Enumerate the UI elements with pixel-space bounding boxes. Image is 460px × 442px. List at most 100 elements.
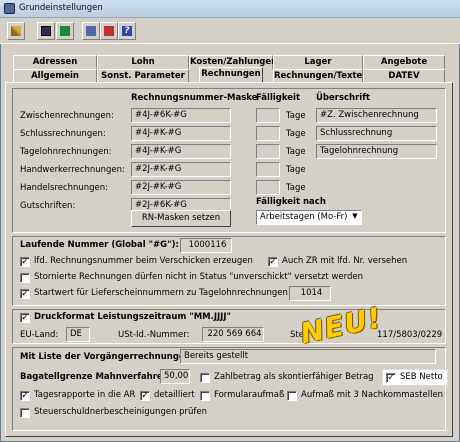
running-number-value: 1000116: [188, 240, 227, 250]
row-mask-field[interactable]: #4J-#K-#G: [131, 144, 231, 159]
print-icon[interactable]: [82, 22, 100, 40]
lfd-checkbox[interactable]: ✓: [20, 257, 30, 267]
predecessor-value: Bereits gestellt: [184, 351, 249, 361]
druckformat-label: Druckformat Leistungszeitraum "MM.JJJJ": [34, 312, 231, 322]
predecessor-field[interactable]: Bereits gestellt: [180, 349, 436, 364]
tagesrapporte-checkbox[interactable]: ✓: [20, 391, 30, 401]
row-label: Gutschriften:: [20, 201, 76, 211]
due-after-select[interactable]: Arbeitstagen (Mo-Fr): [256, 210, 362, 225]
tagesrapporte-label: Tagesrapporte in die AR: [34, 390, 136, 400]
key-icon[interactable]: [7, 22, 25, 40]
row-title-value: Schlussrechnung: [320, 128, 393, 138]
row-mask-value: #2J-#K-#G: [135, 164, 182, 174]
druckformat-checkbox[interactable]: ✓: [20, 313, 30, 323]
zr-checkbox[interactable]: ✓: [268, 257, 278, 267]
vat-id-field[interactable]: 220 569 664: [202, 327, 264, 342]
formular-checkbox[interactable]: [200, 391, 210, 401]
reset-masks-button[interactable]: RN-Masken setzen: [131, 210, 231, 227]
app-icon: [4, 3, 15, 14]
tab-lager[interactable]: Lager: [273, 55, 363, 69]
row-days-field[interactable]: [256, 126, 280, 141]
aufmass-checkbox[interactable]: [287, 391, 297, 401]
aufmass-label: Aufmaß mit 3 Nachkommastellen: [301, 390, 444, 400]
row-label: Zwischenrechnungen:: [20, 111, 114, 121]
lfd-label: lfd. Rechnungsnummer beim Verschicken er…: [34, 256, 253, 266]
row-mask-field[interactable]: #4J-#K-#G: [131, 126, 231, 141]
skonto-label: Zahlbetrag als skontierfähiger Betrag: [214, 372, 374, 382]
detailliert-label: detailliert: [154, 390, 195, 400]
tab-lohn[interactable]: Lohn: [97, 55, 189, 69]
row-mask-field[interactable]: #2J-#K-#G: [131, 162, 231, 177]
row-title-value: Tagelohnrechnung: [320, 146, 399, 156]
row-mask-field[interactable]: #4J-#6K-#G: [131, 108, 231, 123]
save-icon[interactable]: [37, 22, 55, 40]
row-days-unit: Tage: [286, 111, 306, 121]
row-title-field[interactable]: Tagelohnrechnung: [316, 144, 437, 159]
eu-country-value: DE: [70, 329, 82, 339]
steuer-label: Steuerschuldnerbescheinigungen prüfen: [34, 407, 208, 417]
vat-id-value: 220 569 664: [207, 329, 262, 339]
start-checkbox[interactable]: ✓: [20, 289, 30, 299]
tab-datev[interactable]: DATEV: [363, 69, 445, 83]
skonto-checkbox[interactable]: [200, 373, 210, 383]
row-title-field[interactable]: #Z. Zwischenrechnung: [316, 108, 437, 123]
chevron-down-icon[interactable]: ▼: [350, 212, 360, 223]
tab-adressen[interactable]: Adressen: [13, 55, 97, 69]
bagatell-label: Bagatellgrenze Mahnverfahren:: [20, 372, 173, 382]
start-label: Startwert für Lieferscheinnummern zu Tag…: [34, 288, 291, 298]
start-value: 1014: [300, 288, 323, 298]
preview-icon[interactable]: [100, 22, 118, 40]
due-after-value: Arbeitstagen (Mo-Fr): [260, 212, 348, 222]
vat-id-label: USt-Id.-Nummer:: [118, 330, 190, 340]
window-title: Grundeinstellungen: [19, 3, 103, 13]
row-mask-value: #2J-#K-#G: [135, 182, 182, 192]
storno-checkbox[interactable]: [20, 273, 30, 283]
formular-label: Formularaufmaß: [214, 390, 285, 400]
row-days-field[interactable]: [256, 180, 280, 195]
row-mask-value: #4J-#K-#G: [135, 128, 182, 138]
row-title-field[interactable]: Schlussrechnung: [316, 126, 437, 141]
title-header: Überschrift: [316, 93, 370, 103]
help-icon[interactable]: ?: [118, 22, 136, 40]
row-days-unit: Tage: [286, 165, 306, 175]
row-label: Tagelohnrechnungen:: [20, 147, 112, 157]
row-label: Handwerkerrechnungen:: [20, 165, 125, 175]
tab-sonst-parameter[interactable]: Sonst. Parameter: [97, 69, 189, 83]
row-label: Handelsrechnungen:: [20, 183, 109, 193]
tax-number-value: 117/5803/0229: [377, 330, 443, 340]
row-mask-value: #4J-#K-#G: [135, 146, 182, 156]
row-days-field[interactable]: [256, 108, 280, 123]
row-days-field[interactable]: [256, 144, 280, 159]
zr-label: Auch ZR mit lfd. Nr. versehen: [282, 256, 408, 266]
eu-country-field[interactable]: DE: [66, 327, 90, 342]
storno-label: Stornierte Rechnungen dürfen nicht in St…: [34, 272, 363, 282]
row-mask-field[interactable]: #2J-#K-#G: [131, 180, 231, 195]
start-value-field[interactable]: 1014: [289, 286, 331, 301]
predecessor-label: Mit Liste der Vorgängerrechnungen:: [20, 352, 195, 362]
due-header: Fälligkeit: [256, 93, 301, 103]
seb-checkbox[interactable]: ✓: [386, 373, 396, 383]
tab-rechnungen-texte[interactable]: Rechnungen/Texte: [273, 69, 363, 83]
running-number-field[interactable]: 1000116: [180, 238, 232, 253]
import-icon[interactable]: [56, 22, 74, 40]
seb-label: SEB Netto: [400, 372, 443, 382]
bagatell-value: 50,00: [164, 371, 189, 381]
running-number-label: Laufende Nummer (Global "#G"):: [20, 240, 179, 250]
row-days-unit: Tage: [286, 129, 306, 139]
steuer-checkbox[interactable]: [20, 408, 30, 418]
mask-header: Rechnungsnummer-Maske: [131, 93, 258, 103]
bagatell-field[interactable]: 50,00: [160, 369, 190, 384]
row-label: Schlussrechnungen:: [20, 129, 106, 139]
row-days-unit: Tage: [286, 147, 306, 157]
due-after-label: Fälligkeit nach: [256, 197, 326, 207]
row-days-field[interactable]: [256, 162, 280, 177]
tab-rechnungen[interactable]: Rechnungen: [199, 67, 263, 83]
detailliert-checkbox[interactable]: ✓: [140, 391, 150, 401]
row-mask-value: #4J-#6K-#G: [135, 110, 187, 120]
row-mask-value: #2J-#6K-#G: [135, 200, 187, 210]
row-days-unit: Tage: [286, 183, 306, 193]
row-title-value: #Z. Zwischenrechnung: [320, 110, 419, 120]
eu-country-label: EU-Land:: [20, 330, 59, 340]
tab-allgemein[interactable]: Allgemein: [13, 69, 97, 83]
tab-angebote[interactable]: Angebote: [363, 55, 445, 69]
